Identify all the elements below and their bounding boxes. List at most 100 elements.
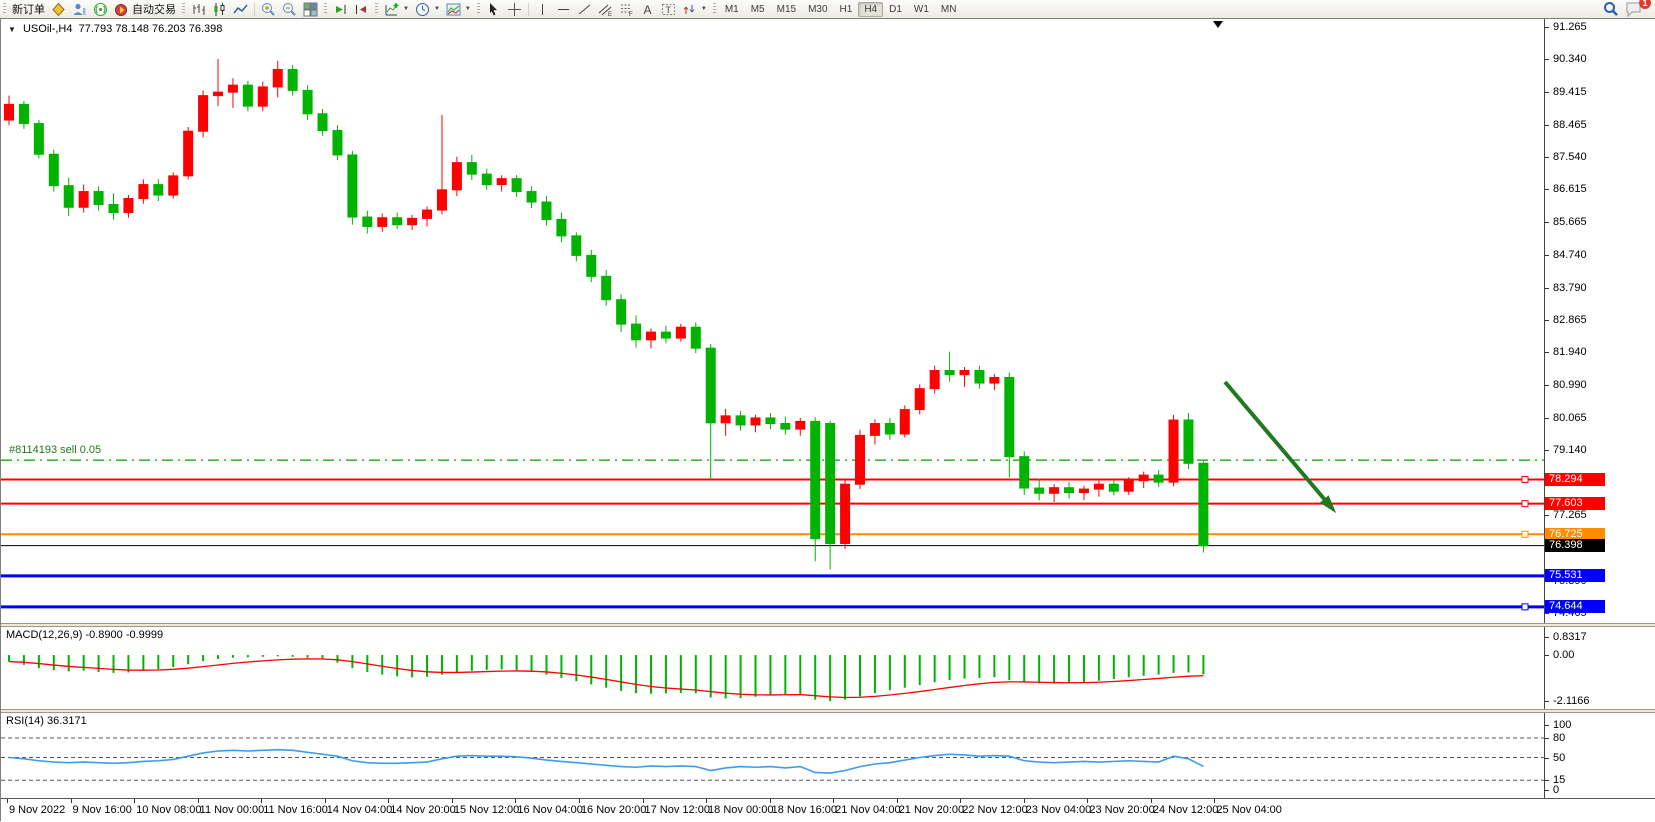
time-axis-label: 15 Nov 12:00 — [454, 804, 519, 816]
timeframe-button-m5[interactable]: M5 — [745, 2, 771, 17]
chevron-down-icon[interactable]: ▼ — [8, 25, 16, 34]
zoom-in-button[interactable] — [258, 1, 279, 17]
add-indicator-button[interactable]: ▼ — [381, 1, 412, 17]
person-icon — [72, 2, 87, 17]
tile-windows-button[interactable] — [300, 1, 321, 17]
arrows-button[interactable]: ▼ — [679, 1, 710, 17]
market-watch-button[interactable] — [69, 1, 90, 17]
pane-splitter[interactable] — [1, 709, 1655, 713]
rsi-label: RSI(14) 36.3171 — [6, 715, 87, 727]
crosshair-button[interactable] — [504, 1, 525, 17]
macd-label: MACD(12,26,9) -0.8900 -0.9999 — [6, 629, 163, 641]
auto-scroll-button[interactable] — [330, 1, 351, 17]
notification-badge: 1 — [1639, 0, 1651, 9]
timeframe-button-d1[interactable]: D1 — [883, 2, 908, 17]
time-axis-border — [1, 798, 1655, 799]
auto-trading-button[interactable]: 自动交易 — [111, 1, 179, 17]
template-button[interactable]: ▼ — [443, 1, 474, 17]
chevron-down-icon[interactable]: ▼ — [434, 6, 440, 12]
profiles-button[interactable] — [48, 1, 69, 17]
chevron-down-icon[interactable]: ▼ — [701, 6, 707, 12]
price-axis[interactable]: 91.26590.34089.41588.46587.54086.61585.6… — [1544, 19, 1655, 799]
price-tick-label: 80.065 — [1545, 412, 1587, 424]
timeframe-button-m1[interactable]: M1 — [719, 2, 745, 17]
line-chart-button[interactable] — [230, 1, 251, 17]
time-axis-label: 22 Nov 12:00 — [962, 804, 1027, 816]
equidistant-channel-button[interactable]: E — [595, 1, 616, 17]
bar-chart-button[interactable] — [188, 1, 209, 17]
timeframe-button-m30[interactable]: M30 — [802, 2, 833, 17]
timeframe-button-h1[interactable]: H1 — [834, 2, 859, 17]
time-axis-label: 21 Nov 20:00 — [899, 804, 964, 816]
candlestick-icon — [212, 2, 227, 17]
price-tick-label: 91.265 — [1545, 21, 1587, 33]
zoom-out-icon — [282, 2, 297, 17]
rsi-axis-label: 0 — [1545, 784, 1559, 796]
text-button[interactable]: A — [637, 1, 658, 17]
price-tick-label: 83.790 — [1545, 282, 1587, 294]
pane-splitter[interactable] — [1, 623, 1655, 627]
time-axis-label: 16 Nov 04:00 — [517, 804, 582, 816]
toolbar-separator — [254, 3, 255, 16]
timeframe-group: M1M5M15M30H1H4D1W1MN — [719, 3, 963, 15]
timeframe-button-h4[interactable]: H4 — [858, 2, 883, 17]
time-axis-label: 14 Nov 20:00 — [390, 804, 455, 816]
trend-arrow — [1225, 382, 1331, 507]
price-tick-label: 90.340 — [1545, 53, 1587, 65]
candlestick-chart[interactable] — [1, 19, 1544, 623]
chevron-down-icon[interactable]: ▼ — [403, 6, 409, 12]
timeframe-button-mn[interactable]: MN — [935, 2, 963, 17]
price-tick-label: 79.140 — [1545, 444, 1587, 456]
cursor-button[interactable] — [483, 1, 504, 17]
macd-indicator-pane[interactable] — [1, 627, 1655, 709]
period-button[interactable]: ▼ — [412, 1, 443, 17]
open-position-label: #8114193 sell 0.05 — [9, 444, 101, 456]
trendline-button[interactable] — [574, 1, 595, 17]
text-label-button[interactable]: T — [658, 1, 679, 17]
toolbar-grip — [713, 3, 716, 15]
timeframe-button-w1[interactable]: W1 — [908, 2, 935, 17]
price-tick-label: 88.465 — [1545, 119, 1587, 131]
auto-scroll-icon — [333, 2, 348, 17]
zoom-out-button[interactable] — [279, 1, 300, 17]
fibonacci-button[interactable]: F — [616, 1, 637, 17]
time-tick — [960, 799, 961, 803]
price-tick-label: 81.940 — [1545, 346, 1587, 358]
time-tick — [579, 799, 580, 803]
time-axis-label: 14 Nov 04:00 — [327, 804, 392, 816]
chart-shift-icon — [354, 2, 369, 17]
rsi-indicator-pane[interactable] — [1, 713, 1655, 798]
price-tick-label: 85.665 — [1545, 216, 1587, 228]
symbol-title[interactable]: ▼ USOil-,H4 77.793 78.148 76.203 76.398 — [8, 23, 222, 35]
macd-chart[interactable] — [1, 627, 1544, 709]
chat-button[interactable]: 1 — [1622, 1, 1645, 17]
price-badge-74.644: 74.644 — [1545, 600, 1605, 613]
add-indicator-icon — [384, 2, 399, 17]
crosshair-icon — [507, 2, 522, 17]
vertical-line-button[interactable] — [532, 1, 553, 17]
chevron-down-icon[interactable]: ▼ — [465, 6, 471, 12]
signals-button[interactable] — [90, 1, 111, 17]
time-axis[interactable]: 9 Nov 20229 Nov 16:0010 Nov 08:0011 Nov … — [1, 799, 1655, 822]
time-tick — [1087, 799, 1088, 803]
candlestick-chart-button[interactable] — [209, 1, 230, 17]
timeframe-button-m15[interactable]: M15 — [771, 2, 802, 17]
time-axis-label: 21 Nov 04:00 — [835, 804, 900, 816]
price-badge-78.294: 78.294 — [1545, 473, 1605, 486]
time-tick — [452, 799, 453, 803]
macd-axis-label: 0.8317 — [1545, 631, 1587, 643]
rsi-chart[interactable] — [1, 713, 1544, 798]
price-chart-pane[interactable]: ▼ USOil-,H4 77.793 78.148 76.203 76.398 … — [1, 19, 1655, 623]
new-order-button[interactable]: 新订单 — [9, 1, 48, 17]
main-toolbar: 新订单 自动交易 ▼ ▼ — [0, 0, 1655, 19]
time-axis-label: 11 Nov 16:00 — [263, 804, 328, 816]
time-tick — [1024, 799, 1025, 803]
horizontal-line-button[interactable] — [553, 1, 574, 17]
time-axis-label: 18 Nov 16:00 — [772, 804, 837, 816]
search-button[interactable] — [1600, 1, 1622, 17]
price-tick-label: 80.990 — [1545, 379, 1587, 391]
chart-shift-button[interactable] — [351, 1, 372, 17]
time-axis-label: 18 Nov 00:00 — [708, 804, 773, 816]
trendline-icon — [577, 2, 592, 17]
bar-chart-icon — [191, 2, 206, 17]
